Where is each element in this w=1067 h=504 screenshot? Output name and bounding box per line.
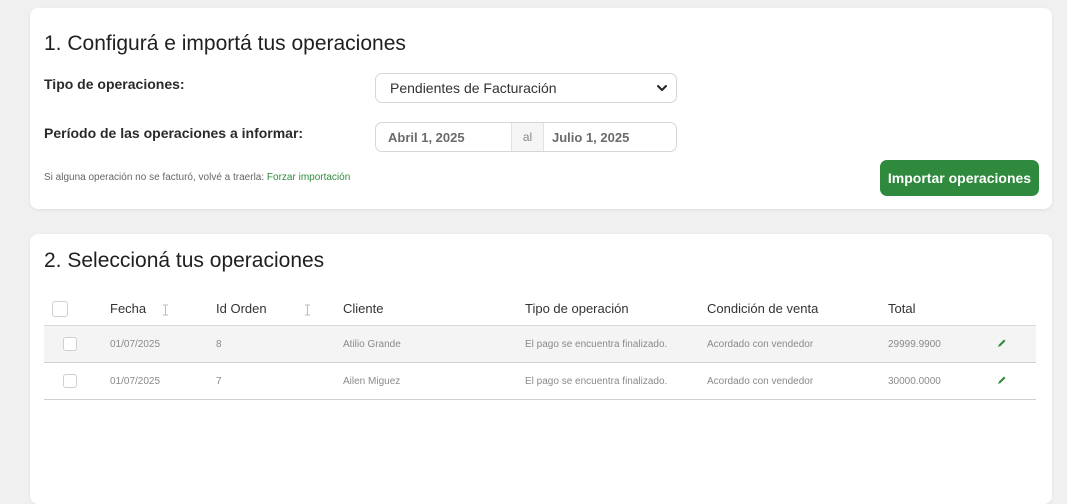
pencil-icon[interactable]	[996, 338, 1007, 349]
col-total: Total	[888, 292, 996, 326]
pencil-icon[interactable]	[996, 375, 1007, 386]
cell-condicion: Acordado con vendedor	[707, 325, 888, 363]
cell-total: 30000.0000	[888, 362, 996, 400]
config-title: 1. Configurá e importá tus operaciones	[44, 32, 406, 55]
col-tipo: Tipo de operación	[525, 292, 707, 326]
force-import-link[interactable]: Forzar importación	[267, 172, 350, 183]
sort-icon[interactable]	[162, 304, 169, 316]
tipo-label: Tipo de operaciones:	[44, 76, 185, 92]
cell-condicion: Acordado con vendedor	[707, 362, 888, 400]
cell-total: 29999.9900	[888, 325, 996, 363]
row-checkbox[interactable]	[63, 374, 77, 388]
tipo-select[interactable]: Pendientes de Facturación	[375, 73, 677, 103]
col-fecha-label: Fecha	[110, 301, 147, 316]
tipo-select-value: Pendientes de Facturación	[390, 80, 557, 96]
select-all-checkbox[interactable]	[52, 300, 68, 317]
table-row[interactable]: 01/07/2025 8 Atilio Grande El pago se en…	[44, 325, 1036, 363]
operations-table: Fecha Id Orden Cliente Tipo de operación…	[44, 292, 1036, 400]
date-to-input[interactable]: Julio 1, 2025	[544, 130, 629, 145]
cell-cliente: Ailen Miguez	[343, 362, 525, 400]
cell-fecha: 01/07/2025	[110, 362, 216, 400]
select-card: 2. Seleccioná tus operaciones Fecha Id O…	[30, 234, 1052, 504]
select-title: 2. Seleccioná tus operaciones	[44, 249, 325, 272]
force-import-hint: Si alguna operación no se facturó, volvé…	[44, 172, 350, 183]
periodo-label: Período de las operaciones a informar:	[44, 125, 304, 141]
cell-id: 8	[216, 325, 343, 363]
col-condicion: Condición de venta	[707, 292, 888, 326]
import-button[interactable]: Importar operaciones	[880, 160, 1039, 196]
cell-tipo: El pago se encuentra finalizado.	[525, 325, 707, 363]
col-id-orden[interactable]: Id Orden	[216, 292, 343, 326]
date-range: Abril 1, 2025 al Julio 1, 2025	[375, 122, 677, 152]
date-from-input[interactable]: Abril 1, 2025	[376, 130, 511, 145]
col-id-orden-label: Id Orden	[216, 301, 267, 316]
cell-tipo: El pago se encuentra finalizado.	[525, 362, 707, 400]
cell-cliente: Atilio Grande	[343, 325, 525, 363]
col-fecha[interactable]: Fecha	[110, 292, 216, 326]
table-row[interactable]: 01/07/2025 7 Ailen Miguez El pago se enc…	[44, 362, 1036, 400]
sort-icon[interactable]	[304, 304, 311, 316]
cell-fecha: 01/07/2025	[110, 325, 216, 363]
col-cliente: Cliente	[343, 292, 525, 326]
config-card: 1. Configurá e importá tus operaciones T…	[30, 8, 1052, 209]
chevron-down-icon	[657, 85, 667, 91]
table-header-row: Fecha Id Orden Cliente Tipo de operación…	[44, 292, 1036, 326]
cell-id: 7	[216, 362, 343, 400]
row-checkbox[interactable]	[63, 337, 77, 351]
hint-text: Si alguna operación no se facturó, volvé…	[44, 172, 267, 183]
date-separator: al	[511, 123, 544, 151]
